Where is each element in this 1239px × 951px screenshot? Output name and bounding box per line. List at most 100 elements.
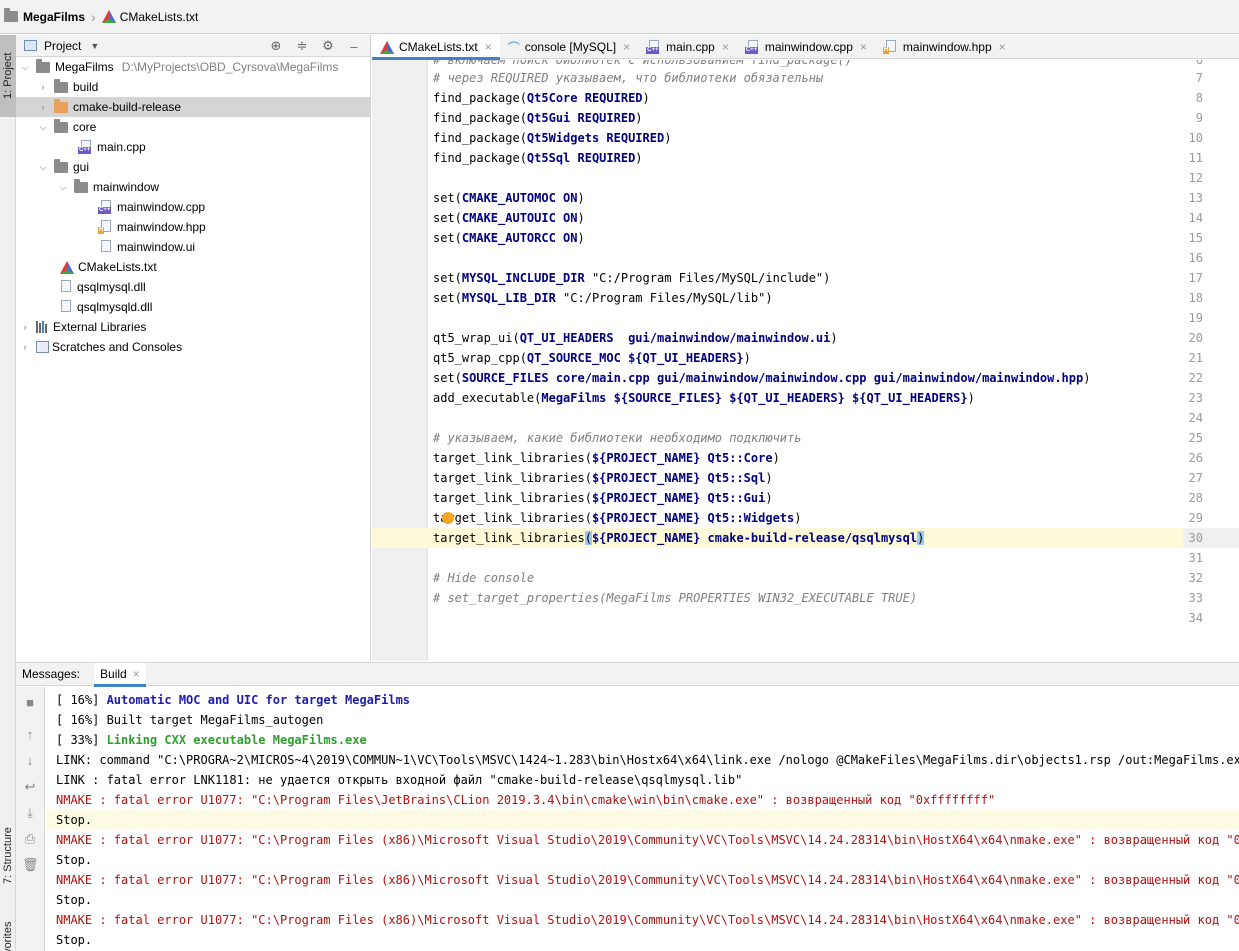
tree-item-megafilms[interactable]: ⌵ MegaFilms D:\MyProjects\OBD_Cyrsova\Me… — [16, 57, 370, 77]
code-line[interactable]: 28 target_link_libraries(${PROJECT_NAME} … — [372, 488, 1239, 508]
code-line[interactable]: 23 add_executable(MegaFilms ${SOURCE_FILE… — [372, 388, 1239, 408]
breadcrumb-file[interactable]: CMakeLists.txt — [120, 10, 199, 24]
code-line[interactable]: 34 — [372, 608, 1239, 628]
tree-item-label: qsqlmysqld.dll — [77, 300, 153, 314]
code-line[interactable]: 12 — [372, 168, 1239, 188]
close-icon[interactable]: × — [133, 667, 140, 681]
close-icon[interactable]: × — [485, 40, 492, 54]
chevron-down-icon[interactable]: ▼ — [90, 41, 99, 51]
close-icon[interactable]: × — [860, 40, 867, 54]
collapse-all-icon[interactable]: ≑ — [294, 38, 310, 54]
ui-file-icon — [98, 240, 113, 254]
close-icon[interactable]: × — [623, 40, 630, 54]
structure-tool-tab[interactable]: 7: Structure — [0, 825, 16, 887]
code-line[interactable]: 19 — [372, 308, 1239, 328]
breadcrumb-project[interactable]: MegaFilms — [23, 10, 85, 24]
tree-item-core[interactable]: ⌵ core — [16, 117, 370, 137]
arrow-down-icon[interactable]: ↓ — [22, 753, 38, 769]
scroll-to-end-icon[interactable]: ⤓ — [22, 805, 38, 821]
tree-item-build[interactable]: › build — [16, 77, 370, 97]
code-line[interactable]: 8 find_package(Qt5Core REQUIRED) — [372, 88, 1239, 108]
chevron-right-icon[interactable]: › — [20, 342, 30, 352]
tree-item-external-libraries[interactable]: › External Libraries — [16, 317, 370, 337]
code-paren: ) — [794, 511, 802, 525]
hide-panel-icon[interactable]: – — [346, 39, 362, 54]
code-line[interactable]: 26 target_link_libraries(${PROJECT_NAME} … — [372, 448, 1239, 468]
tree-item-label: core — [73, 120, 97, 134]
chevron-down-icon[interactable]: ⌵ — [38, 162, 48, 173]
project-tool-tab[interactable]: 1: Project — [0, 35, 16, 117]
code-line[interactable]: 24 — [372, 408, 1239, 428]
build-console-output[interactable]: [ 16%] Automatic MOC and UIC for target … — [46, 690, 1239, 951]
code-line[interactable]: 32 # Hide console — [372, 568, 1239, 588]
tab-console-mysql[interactable]: ⌒ console [MySQL] × — [500, 35, 638, 59]
code-line[interactable]: 7 # через REQUIRED указываем, что библиот… — [372, 68, 1239, 88]
stop-icon[interactable]: ■ — [22, 695, 38, 711]
print-icon[interactable]: ⎙ — [22, 831, 38, 847]
code-line[interactable]: 22 set(SOURCE_FILES core/main.cpp gui/mai… — [372, 368, 1239, 388]
close-icon[interactable]: × — [722, 40, 729, 54]
code-line[interactable]: 9 find_package(Qt5Gui REQUIRED) — [372, 108, 1239, 128]
code-line[interactable]: 10 find_package(Qt5Widgets REQUIRED) — [372, 128, 1239, 148]
tree-item-scratches[interactable]: › Scratches and Consoles — [16, 337, 370, 357]
trash-icon[interactable]: 🗑 — [22, 857, 39, 873]
code-line-current[interactable]: 30 target_link_libraries(${PROJECT_NAME} … — [372, 528, 1239, 548]
code-line[interactable]: 11 find_package(Qt5Sql REQUIRED) — [372, 148, 1239, 168]
chevron-right-icon[interactable]: › — [20, 322, 30, 332]
chevron-down-icon[interactable]: ⌵ — [58, 182, 68, 193]
tree-item-cmakelists[interactable]: CMakeLists.txt — [16, 257, 370, 277]
line-number: 31 — [1188, 551, 1203, 565]
tree-item-label: mainwindow.cpp — [117, 200, 206, 214]
code-editor[interactable]: 6 # включаем поиск библиотек с использова… — [372, 60, 1239, 661]
console-line: [ 16%] Automatic MOC and UIC for target … — [46, 690, 1239, 710]
code-paren: ) — [577, 231, 585, 245]
tree-item-cmake-build-release[interactable]: › cmake-build-release — [16, 97, 370, 117]
tab-mainwindow-hpp[interactable]: H mainwindow.hpp × — [875, 35, 1014, 59]
arrow-up-icon[interactable]: ↑ — [22, 727, 38, 743]
code-line[interactable]: 27 target_link_libraries(${PROJECT_NAME} … — [372, 468, 1239, 488]
tree-item-qsqlmysqld-dll[interactable]: qsqlmysqld.dll — [16, 297, 370, 317]
soft-wrap-icon[interactable]: ↩ — [22, 779, 38, 795]
code-line[interactable]: 31 — [372, 548, 1239, 568]
tab-label: CMakeLists.txt — [399, 40, 478, 54]
project-view-selector[interactable]: Project — [44, 39, 81, 53]
code-line[interactable]: 15 set(CMAKE_AUTORCC ON) — [372, 228, 1239, 248]
code-line[interactable]: 14 set(CMAKE_AUTOUIC ON) — [372, 208, 1239, 228]
tree-item-mainwindow-ui[interactable]: mainwindow.ui — [16, 237, 370, 257]
chevron-down-icon[interactable]: ⌵ — [38, 122, 48, 133]
code-argument: ${PROJECT_NAME} Qt5::Gui — [591, 491, 766, 505]
code-line[interactable]: 13 set(CMAKE_AUTOMOC ON) — [372, 188, 1239, 208]
tab-main-cpp[interactable]: C++ main.cpp × — [638, 35, 737, 59]
tab-build[interactable]: Build × — [94, 662, 146, 687]
intention-bulb-icon[interactable] — [442, 512, 454, 524]
chevron-right-icon[interactable]: › — [38, 102, 48, 112]
code-line[interactable]: 18 set(MYSQL_LIB_DIR "C:/Program Files/My… — [372, 288, 1239, 308]
tab-mainwindow-cpp[interactable]: C++ mainwindow.cpp × — [737, 35, 875, 59]
tree-item-main-cpp[interactable]: C++ main.cpp — [16, 137, 370, 157]
code-line[interactable]: 17 set(MYSQL_INCLUDE_DIR "C:/Program File… — [372, 268, 1239, 288]
code-function: set( — [433, 231, 462, 245]
code-line[interactable]: 25 # указываем, какие библиотеки необходи… — [372, 428, 1239, 448]
chevron-right-icon[interactable]: › — [38, 82, 48, 92]
code-line[interactable]: 20 qt5_wrap_ui(QT_UI_HEADERS gui/mainwind… — [372, 328, 1239, 348]
close-icon[interactable]: × — [999, 40, 1006, 54]
locate-icon[interactable]: ⊕ — [268, 38, 284, 54]
tree-item-mainwindow-hpp[interactable]: H mainwindow.hpp — [16, 217, 370, 237]
code-line[interactable]: 21 qt5_wrap_cpp(QT_SOURCE_MOC ${QT_UI_HEA… — [372, 348, 1239, 368]
code-line[interactable]: 16 — [372, 248, 1239, 268]
tree-item-gui[interactable]: ⌵ gui — [16, 157, 370, 177]
console-line: LINK : fatal error LNK1181: не удается о… — [56, 773, 743, 787]
gear-icon[interactable]: ⚙ — [320, 38, 336, 54]
tab-cmakelists[interactable]: CMakeLists.txt × — [372, 35, 500, 60]
code-line[interactable]: 33 # set_target_properties(MegaFilms PROP… — [372, 588, 1239, 608]
chevron-down-icon[interactable]: ⌵ — [20, 62, 30, 73]
code-paren: ) — [642, 91, 650, 105]
code-paren: ) — [967, 391, 975, 405]
tree-item-mainwindow-cpp[interactable]: C++ mainwindow.cpp — [16, 197, 370, 217]
code-line[interactable]: 29 target_link_libraries(${PROJECT_NAME} … — [372, 508, 1239, 528]
favorites-tool-tab[interactable]: 2: Favorites — [0, 915, 16, 951]
tree-item-mainwindow-folder[interactable]: ⌵ mainwindow — [16, 177, 370, 197]
line-number: 12 — [1188, 171, 1203, 185]
tree-item-qsqlmysql-dll[interactable]: qsqlmysql.dll — [16, 277, 370, 297]
code-function: target_link_libraries( — [433, 511, 592, 525]
